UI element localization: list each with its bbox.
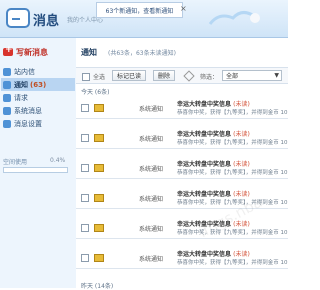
main-content: 通知 (共63条，63条未读通知) 全选 标记已读 删除 筛选： 全部 ▼ 今天… [76, 38, 288, 290]
sidebar-item-inbox[interactable]: 站内信 [1, 65, 75, 78]
notification-filter-select[interactable]: 全部 ▼ [222, 70, 282, 81]
sidebar: 写新消息 站内信 通知 (63) 请求 系统消息 消息设置 空间使用 0.4% [0, 38, 77, 288]
notification-summary: (共63条，63条未读通知) [108, 50, 176, 57]
yesterday-group-title: 昨天 (14条) [81, 283, 114, 290]
compose-label: 写新消息 [16, 47, 48, 57]
filter-icon [183, 70, 195, 82]
inbox-icon [3, 67, 11, 76]
new-notifications-banner[interactable]: 63个新通知，查看新通知 [96, 2, 183, 18]
mark-read-button[interactable]: 标记已读 [112, 70, 147, 81]
section-title: 通知 [81, 48, 97, 57]
notification-title[interactable]: 幸运大转盘中奖信息 (未读) [177, 249, 250, 258]
storage-label: 空间使用 [3, 159, 28, 166]
sidebar-item-system-messages[interactable]: 系统消息 [1, 104, 75, 117]
select-all-control[interactable]: 全选 [82, 72, 105, 81]
storage-progress-bar [3, 167, 68, 173]
system-message-icon [3, 106, 11, 115]
notification-row[interactable]: 系统通知 幸运大转盘中奖信息 (未读) 恭喜你中奖，获得【九等奖】，并得到金币 … [76, 246, 288, 269]
mail-icon [94, 224, 104, 232]
select-all-label: 全选 [93, 74, 106, 81]
row-checkbox[interactable] [81, 254, 89, 262]
compose-button[interactable]: 写新消息 [1, 45, 74, 58]
sidebar-item-label: 消息设置 [14, 119, 42, 128]
sidebar-item-label: 通知 [14, 80, 28, 89]
close-icon[interactable]: × [180, 4, 187, 13]
mail-icon [94, 194, 104, 202]
notification-count: (63) [30, 80, 47, 89]
notification-title[interactable]: 幸运大转盘中奖信息 (未读) [177, 129, 250, 138]
message-header: 消息 我的个人中心 63个新通知，查看新通知 × [0, 0, 288, 38]
chevron-down-icon: ▼ [274, 72, 279, 79]
notification-icon [3, 80, 11, 89]
delete-button[interactable]: 删除 [153, 70, 176, 81]
notification-preview: 恭喜你中奖，获得【九等奖】，并得到金币 10 [177, 110, 288, 116]
select-all-checkbox[interactable] [82, 72, 90, 81]
sidebar-menu: 站内信 通知 (63) 请求 系统消息 消息设置 [1, 65, 75, 130]
storage-value: 0.4% [50, 157, 66, 164]
filter-label: 筛选： [200, 74, 219, 81]
sidebar-item-requests[interactable]: 请求 [1, 91, 75, 104]
page-title: 消息 [33, 14, 60, 29]
sidebar-item-notifications[interactable]: 通知 (63) [1, 78, 75, 91]
today-group-title: 今天 (6条) [81, 89, 110, 96]
row-checkbox[interactable] [81, 194, 89, 202]
row-checkbox[interactable] [81, 104, 89, 112]
notification-sender: 系统通知 [139, 166, 164, 173]
notification-preview: 恭喜你中奖，获得【九等奖】，并得到金币 10 [177, 140, 288, 146]
cloud-decoration-icon [208, 11, 260, 25]
sidebar-item-label: 请求 [14, 93, 28, 102]
row-checkbox[interactable] [81, 164, 89, 172]
notification-sender: 系统通知 [139, 226, 164, 233]
message-icon [6, 8, 30, 28]
mail-icon [94, 104, 104, 112]
request-icon [3, 93, 11, 102]
mail-icon [94, 254, 104, 262]
settings-icon [3, 119, 11, 128]
row-checkbox[interactable] [81, 224, 89, 232]
notification-toolbar: 全选 标记已读 删除 筛选： 全部 ▼ [76, 67, 288, 84]
notification-title[interactable]: 幸运大转盘中奖信息 (未读) [177, 189, 250, 198]
notification-sender: 系统通知 [139, 196, 164, 203]
row-checkbox[interactable] [81, 134, 89, 142]
notification-row[interactable]: 系统通知 幸运大转盘中奖信息 (未读) 恭喜你中奖，获得【九等奖】，并得到金币 … [76, 96, 288, 119]
notification-preview: 恭喜你中奖，获得【九等奖】，并得到金币 10 [177, 230, 288, 236]
notification-title[interactable]: 幸运大转盘中奖信息 (未读) [177, 99, 250, 108]
notification-preview: 恭喜你中奖，获得【九等奖】，并得到金币 10 [177, 170, 288, 176]
filter-selected-value: 全部 [226, 73, 239, 80]
notification-title[interactable]: 幸运大转盘中奖信息 (未读) [177, 159, 250, 168]
notification-row[interactable]: 系统通知 幸运大转盘中奖信息 (未读) 恭喜你中奖，获得【九等奖】，并得到金币 … [76, 156, 288, 179]
sidebar-item-label: 系统消息 [14, 106, 42, 115]
notification-row[interactable]: 系统通知 幸运大转盘中奖信息 (未读) 恭喜你中奖，获得【九等奖】，并得到金币 … [76, 216, 288, 239]
notification-row[interactable]: 系统通知 幸运大转盘中奖信息 (未读) 恭喜你中奖，获得【九等奖】，并得到金币 … [76, 126, 288, 149]
sidebar-item-message-settings[interactable]: 消息设置 [1, 117, 75, 130]
notification-sender: 系统通知 [139, 256, 164, 263]
sidebar-item-label: 站内信 [14, 67, 35, 76]
notification-preview: 恭喜你中奖，获得【九等奖】，并得到金币 10 [177, 260, 288, 266]
compose-icon [3, 45, 13, 56]
mail-icon [94, 164, 104, 172]
notification-sender: 系统通知 [139, 136, 164, 143]
mail-icon [94, 134, 104, 142]
notification-sender: 系统通知 [139, 106, 164, 113]
